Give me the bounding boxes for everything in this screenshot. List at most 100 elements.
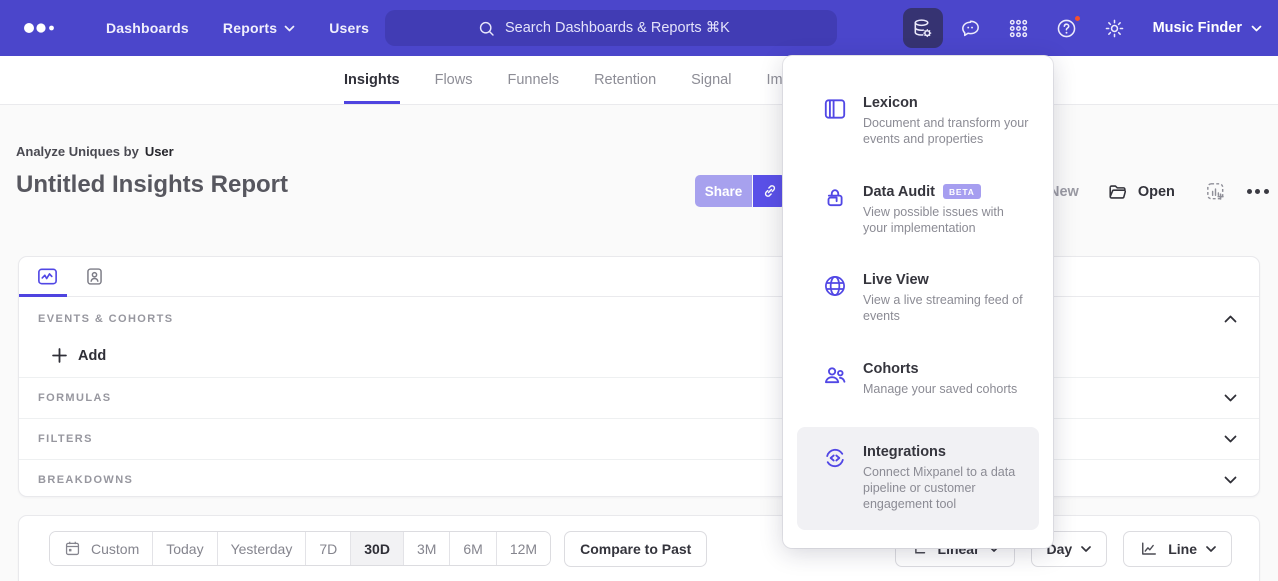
chart-toolbar: Custom Today Yesterday 7D 30D 3M 6M 12M … bbox=[18, 515, 1260, 581]
menu-item-data-audit[interactable]: Data Audit BETA View possible issues wit… bbox=[797, 178, 1039, 243]
section-breakdowns-label: BREAKDOWNS bbox=[38, 474, 133, 486]
gear-icon bbox=[1103, 17, 1126, 40]
chevron-down-icon[interactable] bbox=[1224, 435, 1237, 443]
data-pipelines-icon[interactable] bbox=[903, 8, 943, 48]
analyze-entity-selector[interactable]: User bbox=[145, 144, 174, 159]
tab-insights[interactable]: Insights bbox=[344, 56, 400, 104]
section-filters[interactable]: FILTERS bbox=[19, 418, 1259, 459]
section-formulas-label: FORMULAS bbox=[38, 392, 112, 404]
menu-item-title: Lexicon bbox=[863, 95, 918, 111]
section-events-cohorts[interactable]: EVENTS & COHORTS bbox=[19, 297, 1259, 334]
search-icon bbox=[477, 19, 496, 38]
menu-item-description: Document and transform your events and p… bbox=[863, 115, 1029, 148]
report-tabbar: Insights Flows Funnels Retention Signal … bbox=[0, 56, 1278, 105]
menu-item-live-view[interactable]: Live View View a live streaming feed of … bbox=[797, 266, 1039, 331]
dot-icon bbox=[1255, 189, 1260, 194]
menu-item-description: Manage your saved cohorts bbox=[863, 381, 1017, 397]
events-add-row: Add bbox=[19, 334, 1259, 377]
beta-badge: BETA bbox=[943, 184, 981, 199]
menu-item-title: Integrations bbox=[863, 444, 946, 460]
add-event-button[interactable]: Add bbox=[52, 348, 106, 364]
folder-open-icon bbox=[1107, 181, 1129, 203]
menu-item-title: Data Audit bbox=[863, 184, 935, 200]
help-icon[interactable] bbox=[1047, 8, 1087, 48]
chart-type-dropdown[interactable]: Line bbox=[1123, 531, 1232, 567]
live-view-icon bbox=[822, 273, 848, 325]
add-label: Add bbox=[78, 348, 106, 364]
profiles-tab[interactable] bbox=[78, 263, 111, 291]
analyze-line: Analyze Uniques by User bbox=[16, 144, 288, 159]
nav-item-dashboards[interactable]: Dashboards bbox=[106, 20, 189, 36]
section-events-cohorts-label: EVENTS & COHORTS bbox=[38, 313, 173, 325]
settings-gear-icon[interactable] bbox=[1095, 8, 1135, 48]
open-report-button[interactable]: Open bbox=[1107, 181, 1175, 203]
data-audit-icon bbox=[822, 185, 848, 237]
line-chart-icon bbox=[1139, 539, 1159, 559]
search-input[interactable] bbox=[505, 20, 745, 36]
feedback-chat-icon[interactable] bbox=[951, 8, 991, 48]
global-search[interactable] bbox=[385, 10, 837, 46]
compare-to-past-button[interactable]: Compare to Past bbox=[564, 531, 707, 567]
share-button[interactable]: Share bbox=[695, 175, 752, 207]
range-7d[interactable]: 7D bbox=[305, 532, 350, 565]
range-today[interactable]: Today bbox=[152, 532, 216, 565]
range-yesterday[interactable]: Yesterday bbox=[217, 532, 306, 565]
add-to-dashboard-button[interactable] bbox=[1204, 180, 1227, 203]
project-name: Music Finder bbox=[1153, 20, 1242, 36]
tab-retention[interactable]: Retention bbox=[594, 56, 656, 104]
nav-item-dashboards-label: Dashboards bbox=[106, 20, 189, 36]
menu-item-lexicon[interactable]: Lexicon Document and transform your even… bbox=[797, 89, 1039, 154]
range-12m[interactable]: 12M bbox=[496, 532, 550, 565]
nav-item-users[interactable]: Users bbox=[329, 20, 369, 36]
integrations-icon bbox=[822, 445, 848, 513]
new-label: New bbox=[1049, 184, 1079, 200]
section-formulas[interactable]: FORMULAS bbox=[19, 377, 1259, 418]
database-gear-icon bbox=[911, 17, 934, 40]
menu-item-description: View a live streaming feed of events bbox=[863, 292, 1029, 325]
builder-tabs bbox=[19, 257, 1259, 297]
menu-item-integrations[interactable]: Integrations Connect Mixpanel to a data … bbox=[797, 427, 1039, 530]
menu-item-cohorts[interactable]: Cohorts Manage your saved cohorts bbox=[797, 355, 1039, 403]
nine-dots-icon bbox=[1007, 17, 1030, 40]
range-6m[interactable]: 6M bbox=[449, 532, 495, 565]
range-30d[interactable]: 30D bbox=[350, 532, 403, 565]
active-tab-underline bbox=[19, 294, 67, 297]
mixpanel-logo[interactable] bbox=[22, 20, 58, 36]
plus-icon bbox=[52, 348, 67, 363]
tab-flows[interactable]: Flows bbox=[435, 56, 473, 104]
copy-link-button[interactable] bbox=[753, 175, 786, 207]
metrics-chart-tab[interactable] bbox=[31, 263, 64, 291]
nav-item-reports-label: Reports bbox=[223, 20, 277, 36]
pulse-chart-icon bbox=[35, 265, 60, 288]
report-title[interactable]: Untitled Insights Report bbox=[16, 171, 288, 199]
section-breakdowns[interactable]: BREAKDOWNS bbox=[19, 459, 1259, 497]
apps-grid-icon[interactable] bbox=[999, 8, 1039, 48]
menu-item-title: Cohorts bbox=[863, 361, 919, 377]
top-navbar: Dashboards Reports Users bbox=[0, 0, 1278, 56]
nav-item-reports[interactable]: Reports bbox=[223, 20, 295, 36]
tab-funnels[interactable]: Funnels bbox=[507, 56, 559, 104]
open-label: Open bbox=[1138, 184, 1175, 200]
date-range-control: Custom Today Yesterday 7D 30D 3M 6M 12M bbox=[49, 531, 551, 566]
chevron-down-icon[interactable] bbox=[1224, 394, 1237, 402]
range-custom[interactable]: Custom bbox=[50, 532, 152, 565]
profile-card-icon bbox=[84, 265, 105, 288]
project-switcher[interactable]: Music Finder bbox=[1153, 20, 1262, 36]
range-3m[interactable]: 3M bbox=[403, 532, 449, 565]
dot-icon bbox=[1247, 189, 1252, 194]
notification-dot bbox=[1073, 14, 1082, 23]
menu-item-description: View possible issues with your implement… bbox=[863, 204, 1029, 237]
mixpanel-logo-icon bbox=[22, 20, 58, 36]
more-options-button[interactable] bbox=[1241, 183, 1275, 200]
tab-signal[interactable]: Signal bbox=[691, 56, 731, 104]
report-header: Analyze Uniques by User Untitled Insights… bbox=[16, 144, 288, 199]
chevron-up-icon[interactable] bbox=[1224, 315, 1237, 323]
range-custom-label: Custom bbox=[91, 541, 139, 557]
chevron-down-icon bbox=[1081, 546, 1091, 552]
cohorts-icon bbox=[822, 362, 848, 397]
calendar-icon bbox=[63, 539, 82, 558]
chevron-down-icon bbox=[284, 25, 295, 32]
add-to-board-icon bbox=[1204, 180, 1227, 203]
chevron-down-icon[interactable] bbox=[1224, 476, 1237, 484]
analyze-prefix: Analyze Uniques by bbox=[16, 144, 139, 159]
